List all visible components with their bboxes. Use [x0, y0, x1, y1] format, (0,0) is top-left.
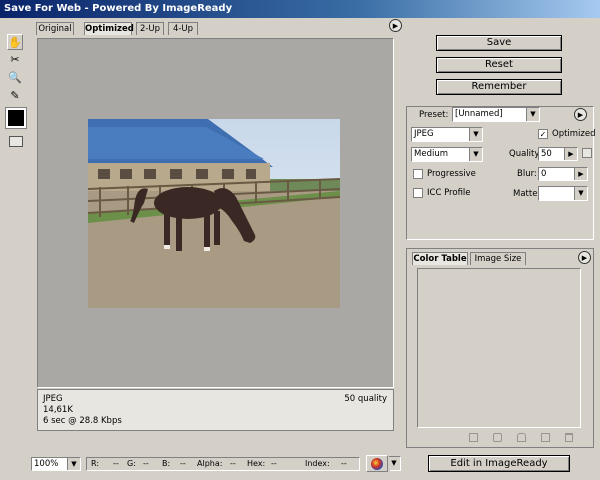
tab-label: Color Table	[413, 254, 467, 264]
alpha-value: --	[230, 459, 236, 468]
toggle-slices-icon[interactable]	[9, 136, 23, 147]
index-label: Index:	[305, 459, 330, 468]
hex-value: --	[271, 459, 277, 468]
info-download-time: 6 sec @ 28.8 Kbps	[43, 416, 122, 426]
browser-icon	[371, 458, 383, 470]
alpha-label: Alpha:	[197, 459, 223, 468]
new-color-icon[interactable]	[541, 433, 550, 442]
tab-label: Optimized	[85, 24, 134, 34]
quality-level-value: Medium	[414, 149, 448, 159]
chevron-down-icon: ▼	[388, 457, 400, 470]
blur-label: Blur:	[517, 169, 537, 179]
preview-in-browser-button[interactable]	[366, 455, 388, 472]
info-format: JPEG	[43, 394, 63, 404]
preset-value: [Unnamed]	[455, 109, 503, 119]
tab-label: 4-Up	[172, 24, 194, 34]
chevron-down-icon: ▼	[469, 128, 482, 141]
icc-profile-checkbox[interactable]	[413, 188, 423, 198]
quality-input[interactable]: 50 ▶	[538, 147, 578, 161]
optimized-label: Optimized	[552, 129, 596, 139]
eyedropper-tool-icon[interactable]: ✎	[7, 88, 23, 104]
toolbox: ✋ ✂ 🔍 ✎	[4, 34, 26, 154]
remember-button[interactable]: Remember	[436, 79, 562, 95]
reset-button[interactable]: Reset	[436, 57, 562, 73]
trash-icon[interactable]	[565, 433, 573, 442]
tab-original[interactable]: Original	[36, 22, 74, 35]
color-readout: R: -- G: -- B: -- Alpha: -- Hex: -- Inde…	[86, 457, 360, 471]
lock-color-icon[interactable]	[517, 433, 526, 442]
color-table-menu-button[interactable]: ▶	[578, 251, 591, 264]
r-value: --	[113, 459, 119, 468]
format-select[interactable]: JPEG ▼	[411, 127, 483, 142]
blur-value: 0	[541, 169, 547, 179]
zoom-tool-icon[interactable]: 🔍	[7, 70, 23, 86]
matte-select[interactable]: ▼	[538, 186, 588, 201]
blur-input[interactable]: 0 ▶	[538, 167, 588, 181]
chevron-right-icon: ▶	[564, 148, 577, 160]
quality-link-icon[interactable]	[582, 148, 592, 158]
info-file-size: 14,61K	[43, 405, 73, 415]
save-button[interactable]: Save	[436, 35, 562, 51]
info-quality: 50 quality	[344, 394, 387, 404]
window-title: Save For Web - Powered By ImageReady	[0, 0, 600, 18]
tab-2up[interactable]: 2-Up	[136, 22, 164, 35]
chevron-down-icon: ▼	[526, 108, 539, 121]
b-label: B:	[162, 459, 171, 468]
preset-select[interactable]: [Unnamed] ▼	[452, 107, 540, 122]
chevron-down-icon: ▼	[574, 187, 587, 200]
color-table-panel: Color Table Image Size ▶	[406, 248, 594, 448]
zoom-select[interactable]: 100% ▼	[31, 457, 81, 471]
color-table-area[interactable]	[417, 268, 581, 428]
matte-label: Matte:	[513, 189, 541, 199]
web-shift-icon[interactable]	[493, 433, 502, 442]
eyedropper-color-swatch[interactable]	[6, 108, 26, 128]
progressive-checkbox[interactable]	[413, 169, 423, 179]
chevron-down-icon: ▼	[67, 458, 80, 470]
quality-value: 50	[541, 149, 552, 159]
tab-color-table[interactable]: Color Table	[412, 252, 468, 265]
edit-in-imageready-button[interactable]: Edit in ImageReady	[428, 455, 570, 472]
color-table-icons	[469, 432, 579, 444]
format-value: JPEG	[414, 129, 434, 139]
index-value: --	[341, 459, 347, 468]
g-value: --	[143, 459, 149, 468]
progressive-label: Progressive	[427, 169, 476, 179]
optimize-menu-button[interactable]: ▶	[574, 108, 587, 121]
tab-label: Original	[38, 24, 72, 34]
settings-group: Preset: [Unnamed] ▼ ▶ JPEG ▼ ✓ Optimized…	[406, 106, 596, 240]
zoom-value: 100%	[34, 459, 59, 469]
preview-menu-button[interactable]: ▶	[389, 19, 402, 32]
hex-label: Hex:	[247, 459, 266, 468]
tab-image-size[interactable]: Image Size	[470, 252, 526, 265]
tab-label: 2-Up	[139, 24, 161, 34]
horse-image	[88, 119, 340, 308]
snap-to-web-icon[interactable]	[469, 433, 478, 442]
tab-4up[interactable]: 4-Up	[168, 22, 198, 35]
preview-pane[interactable]	[37, 38, 394, 388]
icc-profile-label: ICC Profile	[427, 188, 471, 198]
r-label: R:	[91, 459, 100, 468]
slice-select-tool-icon[interactable]: ✂	[7, 52, 23, 68]
tab-label: Image Size	[474, 254, 522, 264]
hand-tool-icon[interactable]: ✋	[7, 34, 23, 50]
image-info-panel: JPEG 14,61K 6 sec @ 28.8 Kbps 50 quality	[37, 389, 394, 431]
quality-level-select[interactable]: Medium ▼	[411, 147, 483, 162]
chevron-down-icon: ▼	[469, 148, 482, 161]
b-value: --	[180, 459, 186, 468]
optimized-checkbox[interactable]: ✓	[538, 129, 548, 139]
g-label: G:	[127, 459, 136, 468]
chevron-right-icon: ▶	[574, 168, 587, 180]
quality-label: Quality:	[509, 149, 542, 159]
preset-label: Preset:	[419, 110, 449, 120]
tab-optimized[interactable]: Optimized	[84, 22, 134, 35]
browser-select[interactable]: ▼	[388, 456, 401, 471]
